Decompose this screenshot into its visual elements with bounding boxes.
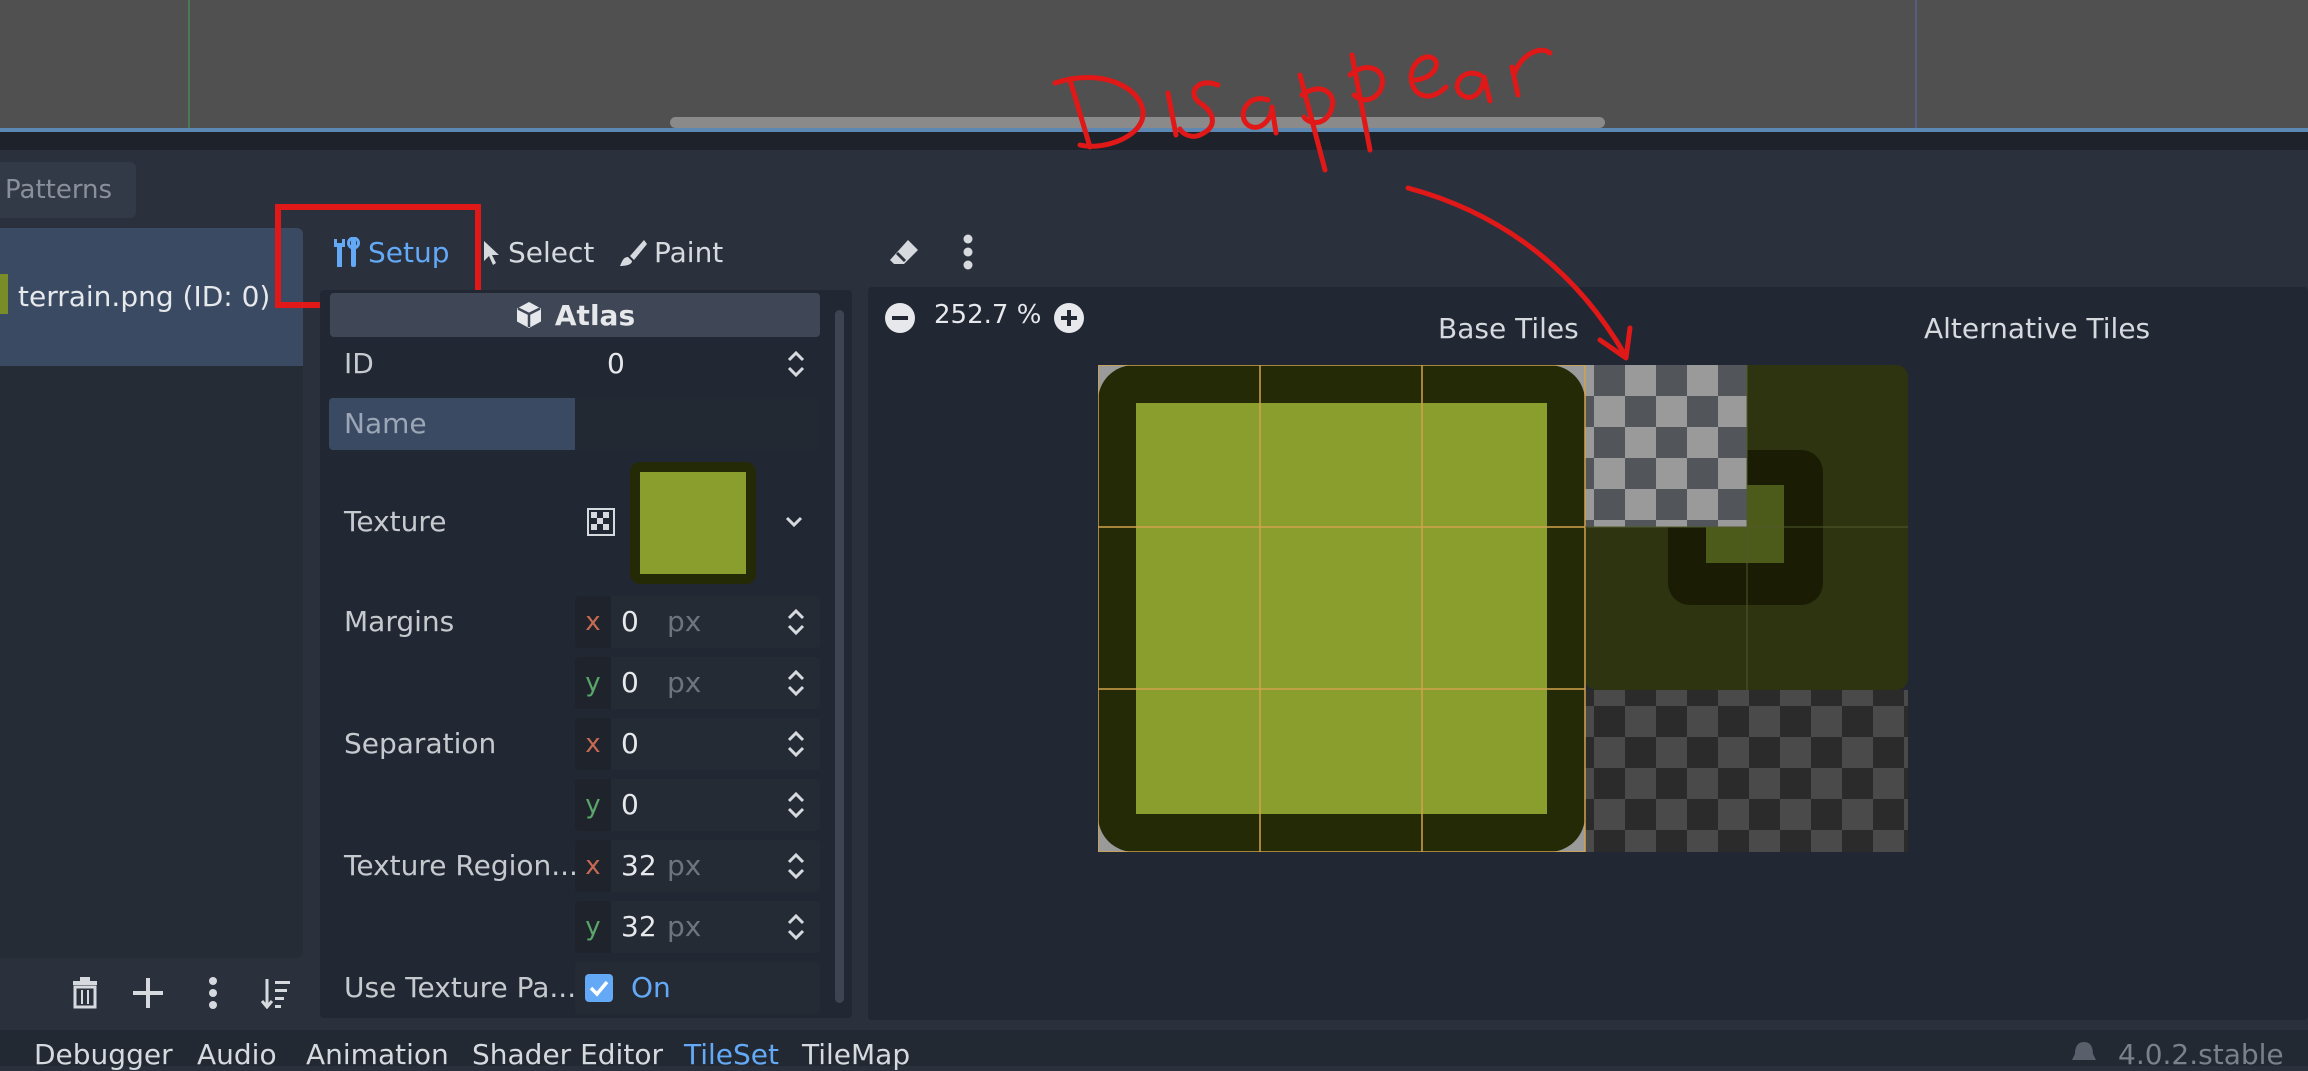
- zoom-level[interactable]: 252.7 %: [934, 300, 1041, 330]
- zoom-out-icon: [885, 303, 915, 333]
- plus-icon: [133, 978, 163, 1008]
- texture-preview-image: [640, 472, 746, 574]
- id-label: ID: [344, 347, 374, 380]
- unit-label: px: [667, 666, 702, 699]
- texture-preview[interactable]: [630, 462, 756, 584]
- region-x-value: 32: [621, 849, 657, 882]
- margins-y-field[interactable]: y 0 px: [575, 657, 820, 709]
- checkbox-checked-icon: [585, 974, 613, 1002]
- margins-label: Margins: [344, 605, 455, 638]
- zoom-in-button[interactable]: [1053, 302, 1085, 338]
- zoom-out-button[interactable]: [884, 302, 916, 338]
- delete-source-button[interactable]: [62, 970, 108, 1016]
- image-texture-icon: [587, 508, 615, 536]
- spinner-icon: [787, 852, 805, 880]
- unit-label: px: [667, 910, 702, 943]
- axis-x-label: x: [575, 840, 611, 892]
- spinner-icon: [787, 669, 805, 697]
- pointer-icon: [484, 241, 499, 265]
- separation-label: Separation: [344, 727, 497, 760]
- spinner-icon: [787, 913, 805, 941]
- unit-label: px: [667, 849, 702, 882]
- alternative-tiles-label: Alternative Tiles: [1924, 312, 2151, 345]
- axis-y-label: y: [575, 901, 611, 953]
- spinner-icon: [787, 730, 805, 758]
- region-y-field[interactable]: y 32 px: [575, 901, 820, 953]
- margins-y-value: 0: [621, 666, 639, 699]
- missing-tile-highlight[interactable]: [1585, 365, 1747, 527]
- name-label: Name: [344, 407, 427, 440]
- tile-atlas-canvas[interactable]: [1098, 365, 1908, 852]
- region-x-field[interactable]: x 32 px: [575, 840, 820, 892]
- source-menu-button[interactable]: [190, 970, 236, 1016]
- chevron-down-icon: [785, 516, 803, 528]
- version-label: 4.0.2.stable: [2118, 1038, 2284, 1071]
- margins-x-value: 0: [621, 605, 639, 638]
- inspector-header: Atlas: [330, 293, 820, 337]
- tab-select-label: Select: [508, 236, 595, 269]
- axis-x-label: x: [575, 718, 611, 770]
- use-texture-padding-label: Use Texture Pa...: [344, 971, 577, 1004]
- tab-paint[interactable]: Paint: [618, 232, 723, 274]
- disappear-annotation: [1052, 47, 1553, 173]
- spinner-icon: [787, 608, 805, 636]
- empty-tile-area: [1585, 690, 1908, 852]
- trash-icon: [73, 977, 97, 1009]
- bottom-tab-tileset[interactable]: TileSet: [684, 1038, 779, 1071]
- terrain-big-tile[interactable]: [1098, 365, 1585, 852]
- sort-sources-button[interactable]: [253, 970, 299, 1016]
- bottom-tab-audio[interactable]: Audio: [197, 1038, 277, 1071]
- sort-icon: [260, 979, 290, 1010]
- axis-y-label: y: [575, 779, 611, 831]
- bottom-tab-debugger[interactable]: Debugger: [34, 1038, 173, 1071]
- source-item-label: terrain.png (ID: 0): [18, 280, 271, 313]
- spinner-icon: [787, 350, 805, 378]
- spinner-icon: [787, 791, 805, 819]
- separation-x-field[interactable]: x 0: [575, 718, 820, 770]
- source-thumbnail: [0, 274, 8, 314]
- region-y-value: 32: [621, 910, 657, 943]
- separation-x-value: 0: [621, 727, 639, 760]
- margins-x-field[interactable]: x 0 px: [575, 596, 820, 648]
- annotation-arrow: [1405, 185, 1633, 361]
- eraser-button[interactable]: [888, 238, 920, 272]
- texture-region-label: Texture Region...: [344, 849, 578, 882]
- separation-y-field[interactable]: y 0: [575, 779, 820, 831]
- axis-y-label: y: [575, 657, 611, 709]
- bottom-tab-tilemap[interactable]: TileMap: [802, 1038, 910, 1071]
- texture-type-icon: [587, 508, 615, 540]
- bottom-tab-animation[interactable]: Animation: [306, 1038, 449, 1071]
- viewport-axis-line: [188, 0, 190, 128]
- name-input[interactable]: [575, 398, 820, 450]
- texture-dropdown-button[interactable]: [784, 514, 804, 533]
- texture-label: Texture: [344, 505, 447, 538]
- id-value: 0: [607, 347, 625, 380]
- paintbrush-icon: [620, 240, 647, 266]
- tab-patterns[interactable]: Patterns: [0, 162, 136, 218]
- viewport-axis-line: [1915, 0, 1917, 128]
- atlas-menu-button[interactable]: [962, 234, 974, 274]
- axis-x-label: x: [575, 596, 611, 648]
- kebab-menu-icon: [209, 977, 217, 1009]
- inspector-scrollbar[interactable]: [835, 310, 844, 1003]
- kebab-menu-icon: [963, 234, 973, 270]
- zoom-in-icon: [1054, 303, 1084, 333]
- inspector-title: Atlas: [554, 298, 636, 332]
- use-texture-padding-checkbox[interactable]: On: [575, 962, 820, 1014]
- bottom-tab-shader-editor[interactable]: Shader Editor: [472, 1038, 663, 1071]
- unit-label: px: [667, 605, 702, 638]
- cube-icon: [516, 302, 541, 328]
- checkbox-value: On: [631, 971, 671, 1004]
- id-spinbox[interactable]: 0: [575, 338, 820, 390]
- add-source-button[interactable]: [125, 970, 171, 1016]
- tab-select[interactable]: Select: [482, 232, 594, 274]
- eraser-icon: [890, 240, 918, 264]
- tab-paint-label: Paint: [654, 236, 724, 269]
- separation-y-value: 0: [621, 788, 639, 821]
